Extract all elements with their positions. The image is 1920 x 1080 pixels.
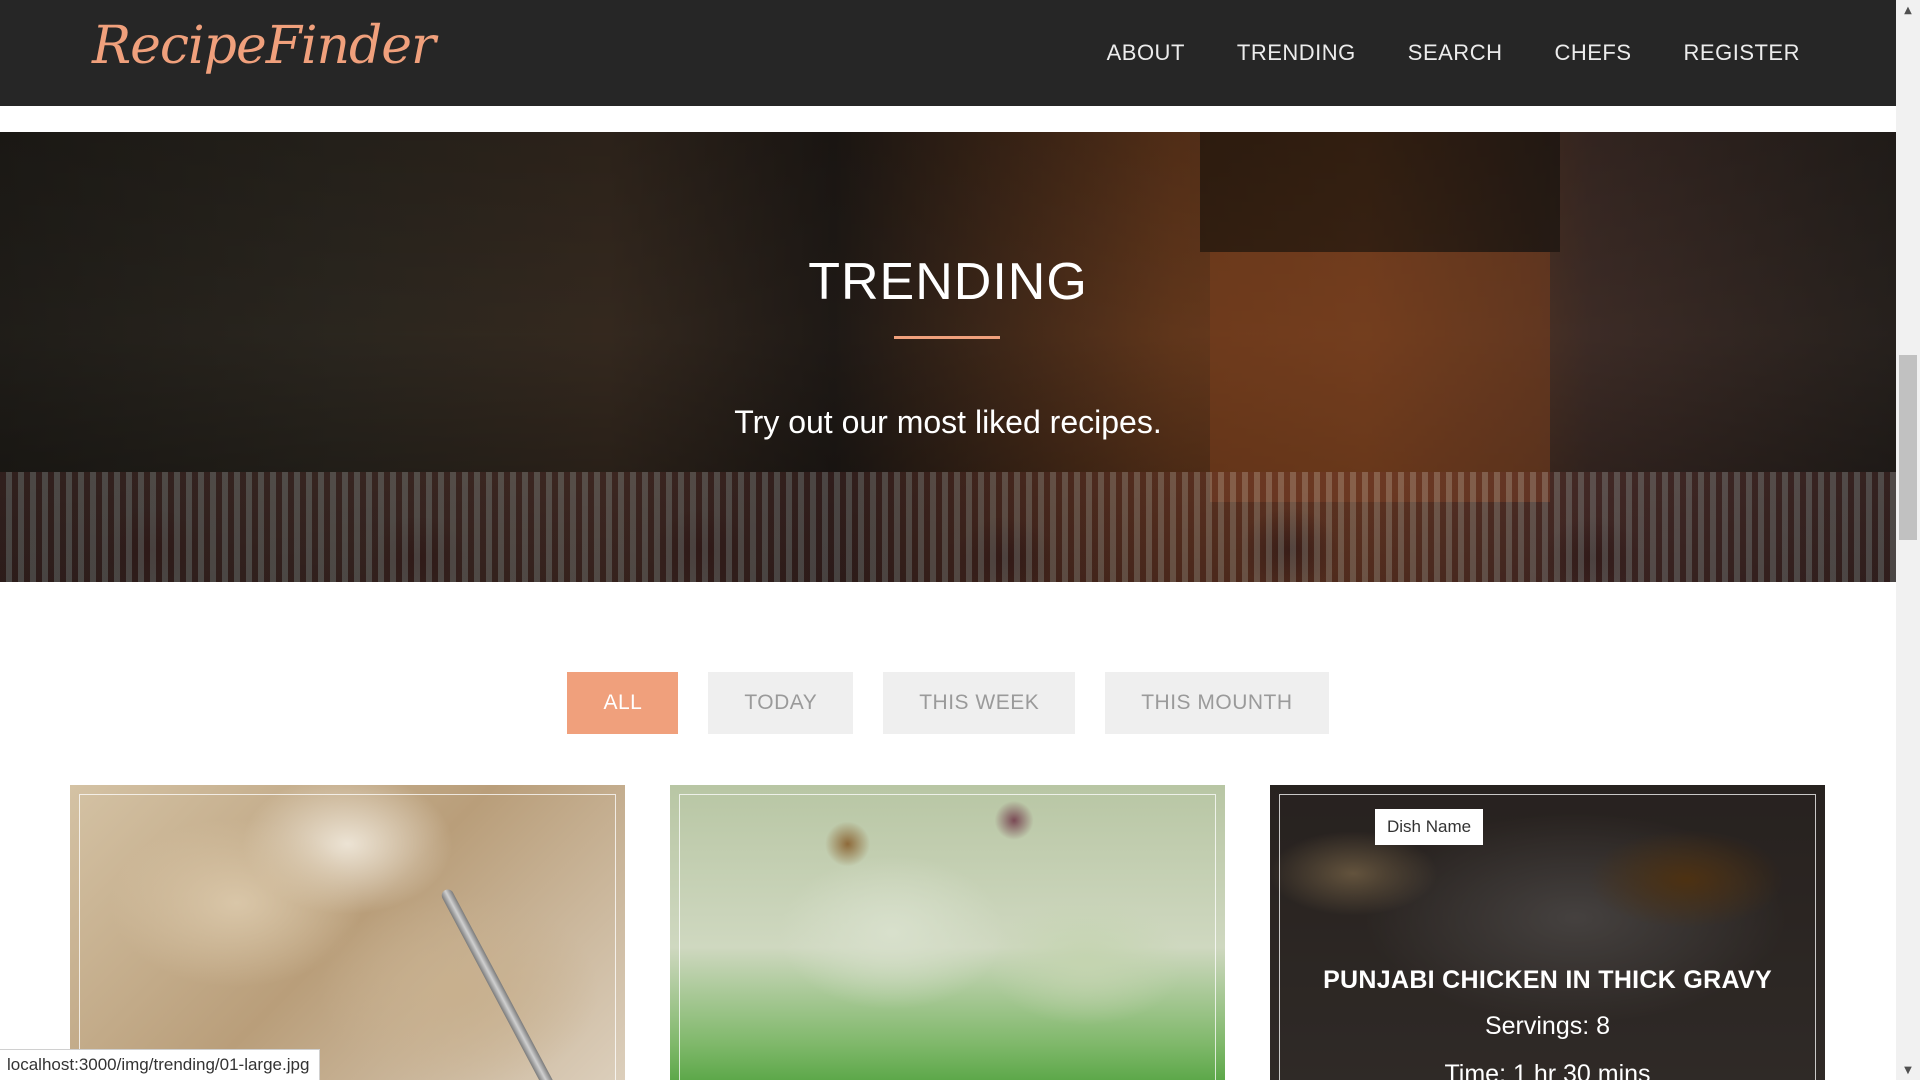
nav-link-about[interactable]: ABOUT bbox=[1107, 40, 1185, 66]
scroll-up-arrow-icon[interactable]: ▲ bbox=[1896, 0, 1920, 20]
nav-link-trending[interactable]: TRENDING bbox=[1237, 40, 1356, 66]
hero-title: TRENDING bbox=[808, 253, 1088, 311]
recipe-card-3[interactable]: Dish Name PUNJABI CHICKEN IN THICK GRAVY… bbox=[1270, 785, 1825, 1080]
card-frame bbox=[679, 794, 1216, 1080]
filter-this-month-button[interactable]: THIS MOUNTH bbox=[1105, 672, 1329, 734]
hero-bg-sign bbox=[1200, 132, 1560, 252]
hero-banner: TRENDING Try out our most liked recipes. bbox=[0, 132, 1896, 582]
recipe-card-1[interactable] bbox=[70, 785, 625, 1080]
filter-tabs: ALL TODAY THIS WEEK THIS MOUNTH bbox=[0, 672, 1896, 734]
dish-name-tag: Dish Name bbox=[1375, 809, 1484, 845]
filter-all-button[interactable]: ALL bbox=[567, 672, 679, 734]
nav-link-chefs[interactable]: CHEFS bbox=[1554, 40, 1631, 66]
nav-link-register[interactable]: REGISTER bbox=[1684, 40, 1800, 66]
recipe-time: Time: 1 hr 30 mins bbox=[1444, 1060, 1651, 1080]
scroll-down-arrow-icon[interactable]: ▼ bbox=[1896, 1060, 1920, 1080]
hero-subtitle: Try out our most liked recipes. bbox=[734, 404, 1162, 440]
nav-link-search[interactable]: SEARCH bbox=[1408, 40, 1503, 66]
filter-today-button[interactable]: TODAY bbox=[708, 672, 854, 734]
nav-links: ABOUT TRENDING SEARCH CHEFS REGISTER bbox=[1055, 0, 1800, 106]
browser-status-bar: localhost:3000/img/trending/01-large.jpg bbox=[0, 1049, 321, 1080]
site-logo[interactable]: RecipeFinder bbox=[92, 16, 436, 76]
vertical-scrollbar[interactable]: ▲ ▼ bbox=[1896, 0, 1920, 1080]
scrollbar-thumb[interactable] bbox=[1899, 355, 1917, 540]
hero-divider bbox=[894, 336, 1000, 339]
card-frame bbox=[79, 794, 616, 1080]
filter-this-week-button[interactable]: THIS WEEK bbox=[883, 672, 1076, 734]
navbar: RecipeFinder ABOUT TRENDING SEARCH CHEFS… bbox=[0, 0, 1896, 106]
browser-viewport: RecipeFinder ABOUT TRENDING SEARCH CHEFS… bbox=[0, 0, 1896, 1080]
recipe-card-2[interactable] bbox=[670, 785, 1225, 1080]
hero-bg-tables bbox=[0, 472, 1896, 582]
recipe-title[interactable]: PUNJABI CHICKEN IN THICK GRAVY bbox=[1270, 966, 1825, 995]
recipe-servings: Servings: 8 bbox=[1484, 1012, 1611, 1040]
